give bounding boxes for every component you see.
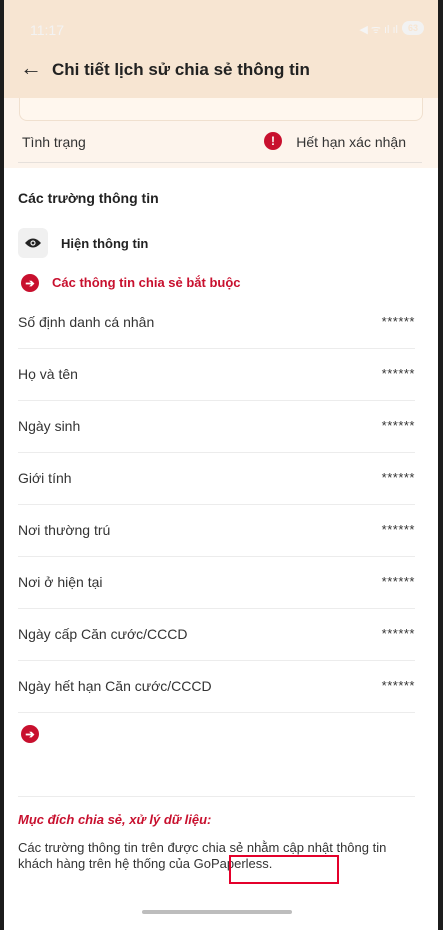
field-value: ****** [381,470,415,485]
field-value: ****** [381,522,415,537]
field-value: ****** [381,314,415,329]
field-row: Giới tính ****** [18,452,415,505]
field-label: Giới tính [18,470,72,486]
eye-icon [25,238,41,248]
app-screen: 11:17 ◀︎ ᯤ ıl ıl 63 ← Chi tiết lịch sử c… [4,0,438,930]
field-row: Số định danh cá nhân ****** [18,296,415,349]
fields-section: Các trường thông tin Hiện thông tin ➔ Cá… [4,168,438,930]
show-info-button[interactable] [18,228,48,258]
status-bar: 11:17 ◀︎ ᯤ ıl ıl 63 [4,0,438,44]
status-row: Tình trạng ! Hết hạn xác nhận [18,122,422,163]
signal-icon: ◀︎ ᯤ ıl ıl [359,24,398,36]
summary-card-bottom [19,98,423,121]
status-time: 11:17 [30,22,64,38]
section-title: Các trường thông tin [18,190,159,206]
field-value: ****** [381,678,415,693]
field-label: Họ và tên [18,366,78,382]
field-value: ****** [381,418,415,433]
field-label: Ngày hết hạn Căn cước/CCCD [18,678,212,694]
exclamation-icon: ! [264,132,282,150]
battery-icon: 63 [402,21,424,35]
back-arrow-icon[interactable]: ← [20,57,42,79]
field-value: ****** [381,574,415,589]
status-value: Hết hạn xác nhận [296,134,406,150]
field-value: ****** [381,626,415,641]
field-label: Nơi thường trú [18,522,111,538]
field-label: Nơi ở hiện tại [18,574,103,590]
field-row: Họ và tên ****** [18,348,415,401]
field-label: Ngày cấp Căn cước/CCCD [18,626,188,642]
highlight-box [229,855,339,884]
arrow-right-icon: ➔ [21,274,39,292]
field-row: Ngày cấp Căn cước/CCCD ****** [18,608,415,661]
field-value: ****** [381,366,415,381]
field-row: Ngày sinh ****** [18,400,415,453]
header: 11:17 ◀︎ ᯤ ıl ıl 63 ← Chi tiết lịch sử c… [4,0,438,98]
field-label: Số định danh cá nhân [18,314,155,330]
field-row: Nơi ở hiện tại ****** [18,556,415,609]
purpose-title: Mục đích chia sẻ, xử lý dữ liệu: [18,812,212,827]
divider [18,796,415,797]
required-fields-label: Các thông tin chia sẻ bắt buộc [52,275,241,290]
field-label: Ngày sinh [18,418,81,434]
arrow-right-icon[interactable]: ➔ [21,725,39,743]
home-indicator[interactable] [142,910,292,914]
page-title: Chi tiết lịch sử chia sẻ thông tin [52,60,310,79]
purpose-text: Các trường thông tin trên được chia sẻ n… [18,840,387,871]
status-label: Tình trạng [22,134,86,150]
field-row: Nơi thường trú ****** [18,504,415,557]
field-row: Ngày hết hạn Căn cước/CCCD ****** [18,660,415,713]
show-info-label[interactable]: Hiện thông tin [61,236,148,251]
